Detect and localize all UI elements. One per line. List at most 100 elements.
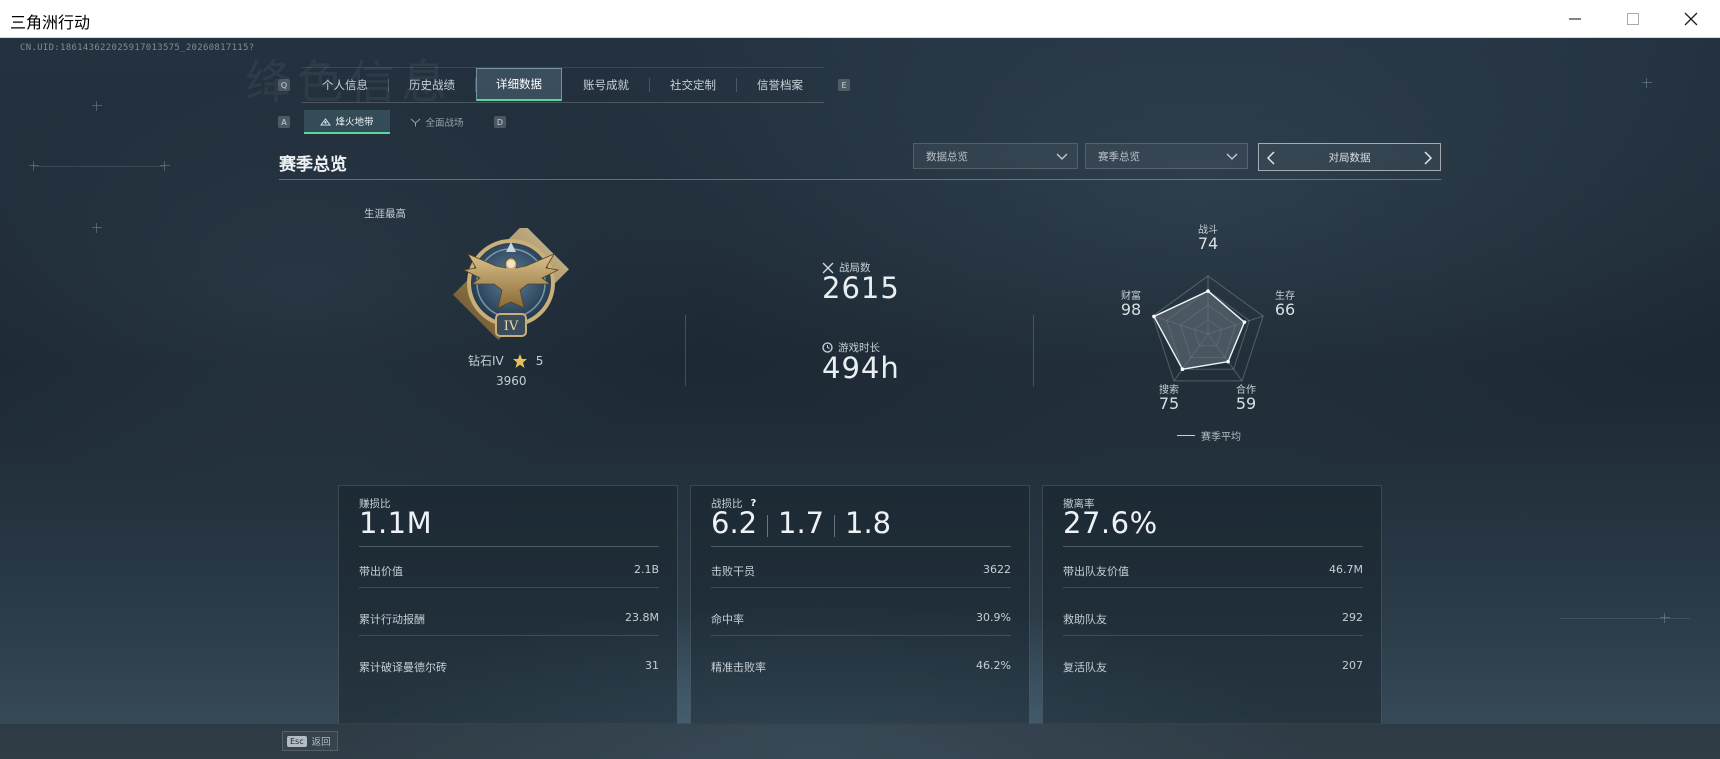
subtab-fire-zone[interactable]: 烽火地带 [304, 110, 390, 134]
rank-name: 钻石IV [468, 354, 504, 368]
tab-achievements[interactable]: 账号成就 [563, 68, 649, 101]
maximize-button[interactable] [1604, 0, 1662, 37]
matches-value: 2615 [822, 271, 900, 305]
row-value: 23.8M [625, 611, 659, 624]
row-key: 带出队友价值 [1063, 565, 1129, 578]
row-value: 292 [1342, 611, 1363, 624]
radar-legend: 赛季平均 [1177, 428, 1241, 443]
column-divider [1033, 315, 1034, 386]
radar-value-combat: 74 [1197, 234, 1219, 253]
tab-reputation[interactable]: 信誉档案 [737, 68, 823, 101]
dropdown-value: 赛季总览 [1098, 150, 1140, 163]
tab-prev-key[interactable]: Q [278, 79, 290, 91]
diamond-rank-emblem-icon: IV [453, 228, 569, 340]
row-key: 累计破译曼德尔砖 [359, 661, 447, 674]
row-key: 累计行动报酬 [359, 613, 425, 626]
radar-point [1226, 359, 1230, 364]
row-value: 3622 [983, 563, 1011, 576]
decor-cross [1642, 78, 1652, 88]
row-value: 31 [645, 659, 659, 672]
list-item: 救助队友 292 [1063, 599, 1363, 636]
legend-label: 赛季平均 [1201, 432, 1241, 443]
subtab-prev-key[interactable]: A [278, 116, 290, 128]
main-tabs: 个人信息 历史战绩 详细数据 账号成就 社交定制 信誉档案 [302, 67, 824, 103]
radar-value-area [1152, 290, 1246, 370]
list-item: 累计行动报酬 23.8M [359, 599, 659, 636]
combat-card: 战损比 ? 6.2 1.7 1.8 击败干员 3622 命中率 30.9% 精准… [690, 485, 1030, 725]
subtab-battlefield[interactable]: 全面战场 [392, 110, 482, 134]
combat-ratio-value: 1.8 [845, 506, 892, 540]
close-button[interactable] [1662, 0, 1720, 37]
tab-personal-info[interactable]: 个人信息 [302, 68, 388, 101]
ratio-divider [834, 515, 835, 537]
esc-key-icon: Esc [287, 735, 307, 747]
season-dropdown[interactable]: 赛季总览 [1085, 143, 1248, 169]
career-highest-label: 生涯最高 [364, 208, 406, 220]
row-value: 207 [1342, 659, 1363, 672]
chevron-down-icon [1056, 153, 1068, 160]
row-key: 救助队友 [1063, 613, 1107, 626]
combat-ratio-value: 1.7 [778, 506, 825, 540]
list-item: 带出队友价值 46.7M [1063, 551, 1363, 588]
row-value: 2.1B [633, 563, 659, 576]
profit-value: 1.1M [359, 506, 433, 540]
list-item: 精准击败率 46.2% [711, 647, 1011, 683]
radar-point [1242, 320, 1247, 324]
chevron-left-icon[interactable] [1265, 150, 1277, 166]
match-data-pager[interactable]: 对局数据 [1258, 143, 1441, 171]
minimize-button[interactable] [1546, 0, 1604, 37]
section-divider [279, 179, 1441, 180]
legend-line [1177, 435, 1195, 436]
subtab-label: 烽火地带 [335, 117, 374, 128]
player-uid: CN.UID:186143622025917013575_20260817115… [20, 43, 255, 53]
data-overview-dropdown[interactable]: 数据总览 [913, 143, 1078, 169]
radar-point [1180, 367, 1185, 371]
extraction-value: 27.6% [1063, 506, 1158, 540]
row-key: 精准击败率 [711, 661, 766, 674]
tab-next-key[interactable]: E [838, 79, 850, 91]
footer-bar [0, 723, 1720, 759]
pager-label: 对局数据 [1328, 151, 1371, 164]
subtab-label: 全面战场 [425, 118, 464, 129]
fire-zone-icon [320, 117, 332, 125]
rank-stars: 5 [535, 353, 544, 368]
radar-value-survival: 66 [1274, 300, 1296, 319]
extraction-card: 撤离率 27.6% 带出队友价值 46.7M 救助队友 292 复活队友 207 [1042, 485, 1382, 725]
list-item: 命中率 30.9% [711, 599, 1011, 636]
subtab-next-key[interactable]: D [494, 116, 506, 128]
back-button[interactable]: Esc 返回 [282, 731, 338, 751]
row-key: 复活队友 [1063, 661, 1107, 674]
tab-detailed-data[interactable]: 详细数据 [476, 68, 562, 101]
row-key: 击败干员 [711, 565, 755, 578]
chevron-down-icon [1226, 153, 1238, 160]
tab-match-history[interactable]: 历史战绩 [389, 68, 475, 101]
radar-value-search: 75 [1158, 394, 1180, 413]
playtime-value: 494h [822, 351, 900, 385]
close-icon [1684, 12, 1698, 25]
career-rank: 钻石IV 5 [468, 352, 543, 369]
card-divider [1063, 546, 1363, 547]
back-label: 返回 [311, 737, 331, 748]
tab-social-custom[interactable]: 社交定制 [650, 68, 736, 101]
profit-card: 赚损比 1.1M 带出价值 2.1B 累计行动报酬 23.8M 累计破译曼德尔砖… [338, 485, 678, 725]
list-item: 带出价值 2.1B [359, 551, 659, 588]
chevron-right-icon[interactable] [1422, 150, 1434, 166]
window-title: 三角洲行动 [10, 13, 91, 32]
game-app-area: CN.UID:186143622025917013575_20260817115… [0, 38, 1720, 759]
radar-point [1206, 289, 1210, 293]
maximize-icon [1627, 12, 1639, 25]
ratio-divider [767, 515, 768, 537]
row-value: 46.2% [976, 659, 1011, 672]
card-divider [359, 546, 659, 547]
star-icon [512, 353, 527, 368]
radar-value-cooperation: 59 [1235, 394, 1257, 413]
radar-value-wealth: 98 [1120, 300, 1142, 319]
list-item: 累计破译曼德尔砖 31 [359, 647, 659, 683]
emblem-numeral: IV [504, 319, 519, 334]
row-value: 30.9% [976, 611, 1011, 624]
row-value: 46.7M [1329, 563, 1363, 576]
list-item: 复活队友 207 [1063, 647, 1363, 683]
card-divider [711, 546, 1011, 547]
decor-cross [92, 223, 102, 233]
section-title: 赛季总览 [279, 155, 347, 175]
